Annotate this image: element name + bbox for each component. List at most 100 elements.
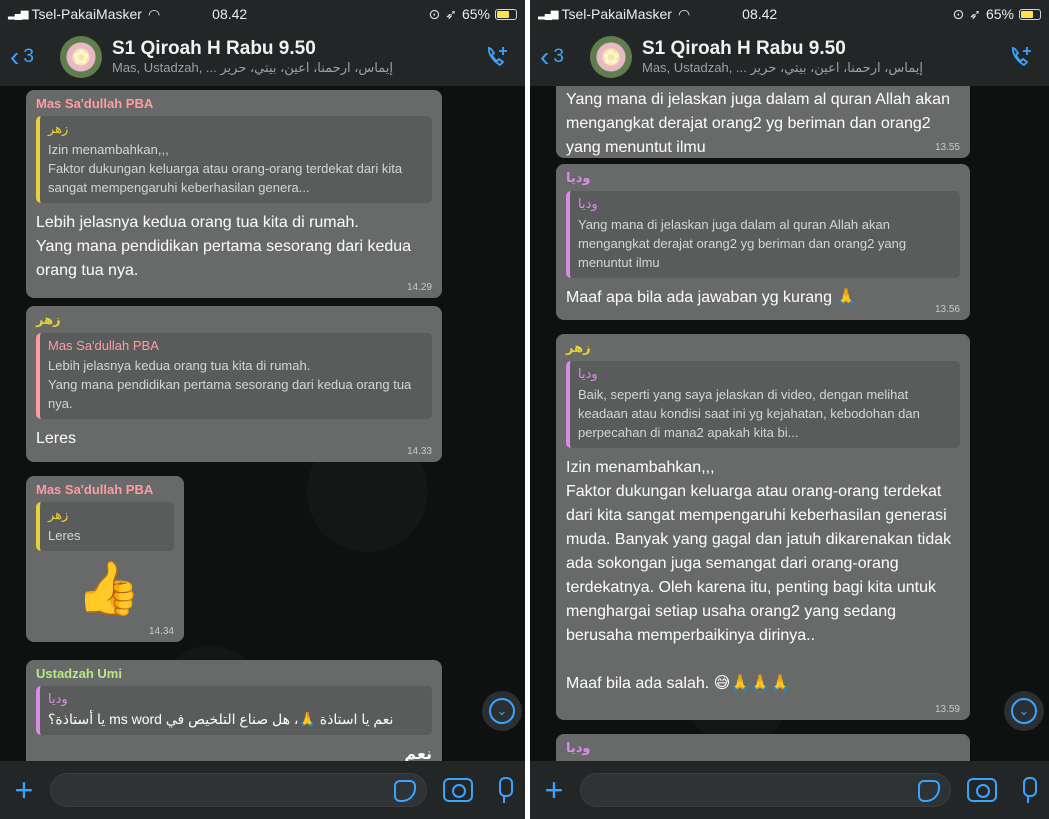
thumbs-up-icon: 👍 bbox=[76, 560, 141, 618]
status-right: ⊙ ➶ 65% bbox=[428, 5, 517, 23]
add-call-button[interactable] bbox=[1003, 39, 1039, 75]
phone-plus-icon bbox=[1011, 46, 1031, 67]
quoted-message[interactable]: زهر Izin menambahkan,,, Faktor dukungan … bbox=[36, 116, 432, 203]
status-bar: ▂▄▆ Tsel-PakaiMasker ◠ 08.42 ⊙ ➶ 65% bbox=[530, 0, 1049, 28]
status-time: 08.42 bbox=[212, 6, 248, 22]
carrier-name: Tsel-PakaiMasker bbox=[561, 6, 672, 22]
attach-plus-icon[interactable]: + bbox=[8, 774, 40, 806]
message-bubble[interactable]: Mas Sa'dullah PBA زهر Leres 👍 14.34 bbox=[26, 476, 184, 642]
signal-icon: ▂▄▆ bbox=[538, 8, 558, 20]
sender-name: Mas Sa'dullah PBA bbox=[36, 482, 154, 497]
battery-icon bbox=[1019, 8, 1041, 20]
message-bubble[interactable]: Mas Sa'dullah PBA زهر Izin menambahkan,,… bbox=[26, 90, 442, 298]
chevron-left-icon: ‹ bbox=[540, 41, 550, 72]
message-time: 14.34 bbox=[148, 626, 174, 637]
status-right: ⊙ ➶ 65% bbox=[952, 5, 1041, 23]
message-time: 13.55 bbox=[934, 142, 960, 153]
chat-header: ‹ 3 ✿ S1 Qiroah H Rabu 9.50 Mas, Ustadza… bbox=[530, 28, 1049, 86]
message-text: Maaf apa bila ada jawaban yg kurang 🙏 bbox=[566, 289, 857, 306]
message-text: Yang mana di jelaskan juga dalam al qura… bbox=[566, 91, 950, 156]
quote-author: زهر bbox=[48, 121, 69, 136]
message-bubble[interactable]: وديا bbox=[556, 734, 970, 761]
quote-author: وديا bbox=[48, 691, 68, 706]
quoted-message[interactable]: وديا Yang mana di jelaskan juga dalam al… bbox=[566, 191, 960, 278]
battery-percent: 65% bbox=[985, 6, 1014, 22]
chat-header: ‹ 3 ✿ S1 Qiroah H Rabu 9.50 Mas, Ustadza… bbox=[0, 28, 525, 86]
microphone-icon[interactable] bbox=[1015, 775, 1041, 805]
message-bubble[interactable]: Yang mana di jelaskan juga dalam al qura… bbox=[556, 86, 970, 158]
message-text: نعم bbox=[404, 746, 432, 761]
unread-count: 3 bbox=[23, 46, 34, 67]
message-time: 13.59 bbox=[934, 704, 960, 715]
message-bubble[interactable]: Ustadzah Umi وديا نعم يا استاذة 🙏، هل صن… bbox=[26, 660, 442, 761]
sticker-icon[interactable] bbox=[918, 780, 940, 802]
chevron-down-icon: ⌄ bbox=[1011, 698, 1037, 724]
message-time: 13.56 bbox=[934, 304, 960, 315]
message-list[interactable]: Mas Sa'dullah PBA زهر Izin menambahkan,,… bbox=[0, 86, 525, 761]
sender-name: زهر bbox=[36, 312, 61, 327]
chat-info[interactable]: S1 Qiroah H Rabu 9.50 Mas, Ustadzah, ...… bbox=[112, 38, 479, 76]
microphone-icon[interactable] bbox=[491, 775, 517, 805]
quote-text: Lebih jelasnya kedua orang tua kita di r… bbox=[48, 358, 412, 411]
camera-icon[interactable] bbox=[443, 778, 473, 802]
wifi-icon: ◠ bbox=[677, 5, 691, 22]
location-icon: ➶ bbox=[445, 5, 457, 22]
composer-bar: + bbox=[530, 761, 1049, 819]
quoted-message[interactable]: وديا Baik, seperti yang saya jelaskan di… bbox=[566, 361, 960, 448]
message-bubble[interactable]: زهر Mas Sa'dullah PBA Lebih jelasnya ked… bbox=[26, 306, 442, 462]
left-phone-screen: ▂▄▆ Tsel-PakaiMasker ◠ 08.42 ⊙ ➶ 65% ‹ 3… bbox=[0, 0, 525, 819]
message-text: Leres bbox=[36, 430, 77, 447]
carrier-name: Tsel-PakaiMasker bbox=[31, 6, 142, 22]
message-text: Izin menambahkan,,, Faktor dukungan kelu… bbox=[566, 459, 952, 692]
screenshot-pair: ▂▄▆ Tsel-PakaiMasker ◠ 08.42 ⊙ ➶ 65% ‹ 3… bbox=[0, 0, 1049, 819]
quote-text: Izin menambahkan,,, Faktor dukungan kelu… bbox=[48, 142, 403, 195]
scroll-to-bottom-button[interactable]: ⌄ bbox=[1004, 691, 1044, 731]
sender-name: وديا bbox=[566, 170, 591, 185]
message-list[interactable]: Yang mana di jelaskan juga dalam al qura… bbox=[530, 86, 1049, 761]
alarm-icon: ⊙ bbox=[952, 5, 965, 22]
battery-icon bbox=[495, 8, 517, 20]
right-phone-screen: ▂▄▆ Tsel-PakaiMasker ◠ 08.42 ⊙ ➶ 65% ‹ 3… bbox=[530, 0, 1049, 819]
phone-plus-icon bbox=[487, 46, 507, 67]
chat-members: Mas, Ustadzah, ... إيماس، ارحمنا، اعين، … bbox=[642, 60, 923, 75]
alarm-icon: ⊙ bbox=[428, 5, 441, 22]
attach-plus-icon[interactable]: + bbox=[538, 774, 570, 806]
message-bubble[interactable]: وديا وديا Yang mana di jelaskan juga dal… bbox=[556, 164, 970, 320]
add-call-button[interactable] bbox=[479, 39, 515, 75]
quote-author: وديا bbox=[578, 366, 598, 381]
quote-text: Yang mana di jelaskan juga dalam al qura… bbox=[578, 217, 907, 270]
wifi-icon: ◠ bbox=[147, 5, 161, 22]
quoted-message[interactable]: وديا نعم يا استاذة 🙏، هل صناع التلخيص في… bbox=[36, 686, 432, 735]
chevron-down-icon: ⌄ bbox=[489, 698, 515, 724]
message-text: Lebih jelasnya kedua orang tua kita di r… bbox=[36, 214, 412, 279]
back-button[interactable]: ‹ 3 bbox=[10, 43, 60, 71]
unread-count: 3 bbox=[553, 46, 564, 67]
status-bar: ▂▄▆ Tsel-PakaiMasker ◠ 08.42 ⊙ ➶ 65% bbox=[0, 0, 525, 28]
quoted-message[interactable]: Mas Sa'dullah PBA Lebih jelasnya kedua o… bbox=[36, 333, 432, 419]
sender-name: Ustadzah Umi bbox=[36, 666, 122, 681]
sender-name: زهر bbox=[566, 340, 591, 355]
message-time: 14.29 bbox=[406, 282, 432, 293]
chat-title: S1 Qiroah H Rabu 9.50 bbox=[112, 38, 316, 59]
sticker-icon[interactable] bbox=[394, 780, 416, 802]
quote-author: Mas Sa'dullah PBA bbox=[48, 338, 159, 353]
camera-icon[interactable] bbox=[967, 778, 997, 802]
composer-bar: + bbox=[0, 761, 525, 819]
quote-text: Leres bbox=[48, 528, 81, 543]
status-time: 08.42 bbox=[742, 6, 778, 22]
location-icon: ➶ bbox=[969, 5, 981, 22]
quote-text: Baik, seperti yang saya jelaskan di vide… bbox=[578, 387, 920, 440]
message-input[interactable] bbox=[50, 773, 427, 807]
message-input[interactable] bbox=[580, 773, 951, 807]
back-button[interactable]: ‹ 3 bbox=[540, 43, 590, 71]
chat-members: Mas, Ustadzah, ... إيماس، ارحمنا، اعين، … bbox=[112, 60, 393, 75]
scroll-to-bottom-button[interactable]: ⌄ bbox=[482, 691, 522, 731]
sender-name: وديا bbox=[566, 740, 591, 755]
quoted-message[interactable]: زهر Leres bbox=[36, 502, 174, 551]
quote-text: نعم يا استاذة 🙏، هل صناع التلخيص في ms w… bbox=[48, 711, 394, 727]
chevron-left-icon: ‹ bbox=[10, 41, 20, 72]
group-avatar[interactable]: ✿ bbox=[590, 36, 632, 78]
group-avatar[interactable]: ✿ bbox=[60, 36, 102, 78]
chat-info[interactable]: S1 Qiroah H Rabu 9.50 Mas, Ustadzah, ...… bbox=[642, 38, 1003, 76]
message-bubble[interactable]: زهر وديا Baik, seperti yang saya jelaska… bbox=[556, 334, 970, 720]
